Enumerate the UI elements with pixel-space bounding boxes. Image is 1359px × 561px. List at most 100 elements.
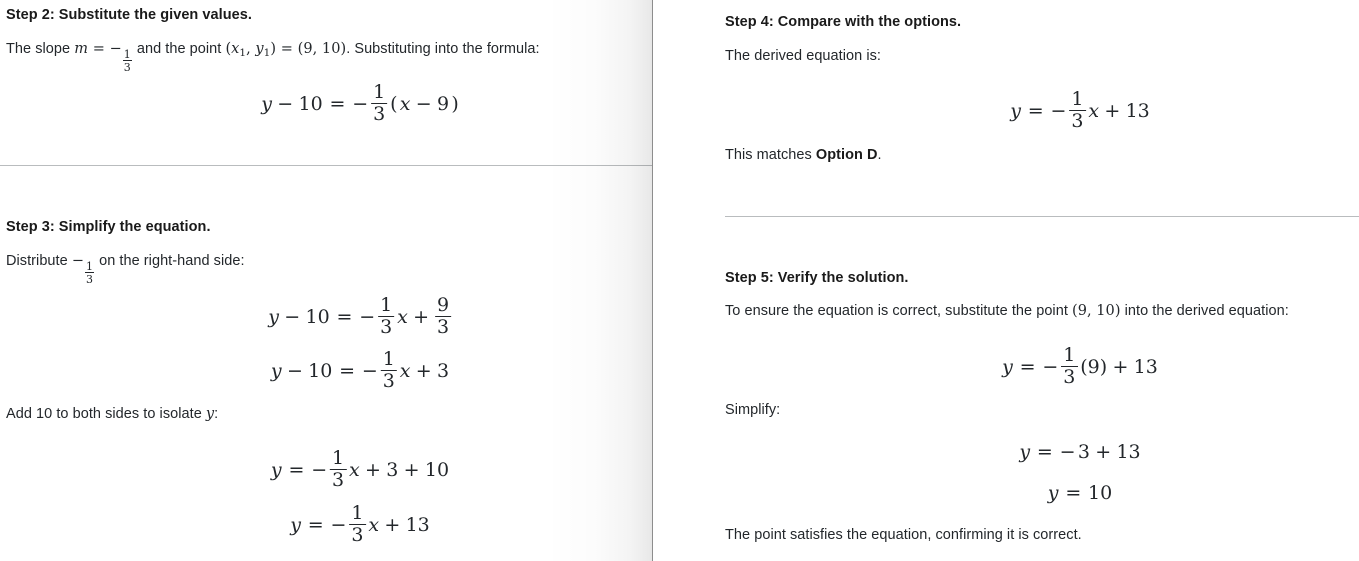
step4-match-prefix: This matches xyxy=(725,147,816,163)
step5-eq3-equals: = xyxy=(1065,482,1082,504)
step2-intro-part1: The slope xyxy=(6,41,75,57)
step3-eq1-denominator-2: 3 xyxy=(436,316,450,338)
step5-eq1-equals: = xyxy=(1019,355,1036,378)
step5-equation-1: y = − 1 3 (9) + 13 xyxy=(1001,346,1159,387)
step3-eq4-denominator: 3 xyxy=(351,524,364,546)
step3-eq3-plus-1: + xyxy=(365,458,381,481)
step2-display-equation: y − 10 = − 1 3 ( x − 9 ) xyxy=(260,83,460,124)
step2-slope-symbol: m xyxy=(74,41,89,57)
step4-match-suffix: . xyxy=(877,147,882,163)
step3-eq1-x: x xyxy=(397,305,408,328)
step3-eq3-plus-2: + xyxy=(403,458,420,481)
step3-eq1-sign: − xyxy=(359,305,376,328)
step3-eq2-x: x xyxy=(399,359,411,382)
step3-distribute-fraction: 1 3 xyxy=(84,259,95,286)
step5-eq1-sign: − xyxy=(1042,355,1059,378)
step2-intro-part2: and the point xyxy=(132,41,226,57)
step3-eq1-plus: + xyxy=(413,305,430,328)
step3-eq1-y: y xyxy=(268,305,280,328)
step3-equation-2: y − 10 = − 1 3 x + 3 xyxy=(270,350,450,391)
step2-point-y: y xyxy=(255,41,264,57)
step3-eq1-fraction-1: 1 3 xyxy=(377,296,395,337)
step4-eq-equals: = xyxy=(1027,99,1044,122)
step3-eq3-y: y xyxy=(270,458,282,481)
step3-eq3-numerator: 1 xyxy=(332,447,345,469)
step3-eq3-x: x xyxy=(349,458,360,481)
step2-eq-group-close: ) xyxy=(451,92,459,115)
step5-eq2-y: y xyxy=(1019,441,1031,463)
step5-equation-2: y = − 3 + 13 xyxy=(1018,441,1142,463)
step3-eq2-three: 3 xyxy=(436,359,450,382)
step3-eq2-equals: = xyxy=(339,359,356,382)
step3-distribute-numerator: 1 xyxy=(86,259,94,273)
step3-distribute-denominator: 3 xyxy=(86,272,94,286)
step3-add-text: Add 10 to both sides to isolate y: xyxy=(6,406,218,422)
step2-point-value: (9, 10) xyxy=(297,41,347,57)
step3-heading: Step 3: Simplify the equation. xyxy=(6,219,211,235)
right-section-divider xyxy=(725,216,1359,217)
step2-heading: Step 2: Substitute the given values. xyxy=(6,7,252,23)
step3-eq2-plus: + xyxy=(415,359,432,382)
step4-eq-x: x xyxy=(1088,99,1100,122)
step2-intro-text: The slope m = − 1 3 and the point (x1, y… xyxy=(6,41,540,73)
step5-intro-text: To ensure the equation is correct, subst… xyxy=(725,303,1289,319)
step5-eq1-numerator: 1 xyxy=(1063,344,1076,366)
step5-eq1-group: (9) xyxy=(1080,355,1108,378)
step4-eq-numerator: 1 xyxy=(1071,88,1084,110)
step3-eq3-three: 3 xyxy=(386,458,399,481)
step2-intro-part3: . Substituting into the formula: xyxy=(346,41,540,57)
step2-eq-group-open: ( xyxy=(390,92,398,115)
step3-eq2-sign: − xyxy=(361,359,378,382)
step3-eq1-ten: 10 xyxy=(305,305,330,328)
step3-eq1-numerator-2: 9 xyxy=(436,294,450,316)
step2-eq-minus: − xyxy=(277,92,294,115)
step4-eq-sign: − xyxy=(1050,99,1067,122)
step5-eq1-fraction: 1 3 xyxy=(1060,344,1078,387)
step2-slope-minus: − xyxy=(109,41,122,57)
step4-eq-denominator: 3 xyxy=(1071,110,1084,132)
left-page-panel: Step 2: Substitute the given values. The… xyxy=(0,0,653,561)
step4-display-equation: y = − 1 3 x + 13 xyxy=(1009,90,1151,131)
step4-intro-text: The derived equation is: xyxy=(725,48,881,64)
left-section-divider xyxy=(0,165,653,166)
step3-eq2-ten: 10 xyxy=(308,359,333,382)
step3-add-part1: Add 10 to both sides to isolate xyxy=(6,406,206,422)
step5-eq1-plus: + xyxy=(1112,355,1129,378)
step5-equation-3: y = 10 xyxy=(1047,482,1114,504)
step5-heading: Step 5: Verify the solution. xyxy=(725,270,909,286)
step5-conclusion-text: The point satisfies the equation, confir… xyxy=(725,527,1082,543)
step3-eq2-denominator: 3 xyxy=(382,370,395,392)
step2-eq-sign: − xyxy=(352,92,369,115)
step4-heading: Step 4: Compare with the options. xyxy=(725,14,962,30)
step3-eq3-ten: 10 xyxy=(424,458,450,481)
step3-eq4-fraction: 1 3 xyxy=(349,504,366,545)
step3-distribute-text: Distribute − 1 3 on the right-hand side: xyxy=(6,253,245,285)
step4-match-option: Option D xyxy=(815,147,878,163)
step2-slope-fraction: 1 3 xyxy=(122,49,132,73)
step2-eq-group-minus: − xyxy=(415,92,432,115)
step3-eq4-equals: = xyxy=(307,513,324,536)
step5-simplify-label: Simplify: xyxy=(725,402,781,418)
step3-equation-4: y = − 1 3 x + 13 xyxy=(289,504,431,545)
step2-eq-group-nine: 9 xyxy=(436,92,450,115)
step4-match-text: This matches Option D. xyxy=(725,147,882,163)
step3-eq3-sign: − xyxy=(311,458,328,481)
step3-eq2-numerator: 1 xyxy=(382,348,395,370)
step3-eq2-fraction: 1 3 xyxy=(380,348,398,392)
step2-eq-equals: = xyxy=(329,92,346,115)
step3-eq1-minus: − xyxy=(284,305,301,328)
step5-eq1-thirteen: 13 xyxy=(1133,355,1158,378)
step3-distribute-part2: on the right-hand side: xyxy=(95,253,245,269)
step3-eq3-equals: = xyxy=(288,458,305,481)
step5-eq3-ten: 10 xyxy=(1088,482,1113,504)
page-gutter xyxy=(653,0,660,561)
step4-eq-plus: + xyxy=(1104,99,1121,122)
step5-intro-part2: into the derived equation: xyxy=(1120,303,1289,319)
step5-eq2-minus: − xyxy=(1059,441,1076,463)
step2-eq-group-x: x xyxy=(399,92,411,115)
right-page-panel: Step 4: Compare with the options. The de… xyxy=(660,0,1359,561)
step4-eq-fraction: 1 3 xyxy=(1069,90,1086,131)
step3-eq3-fraction: 1 3 xyxy=(329,447,347,490)
step5-eq3-y: y xyxy=(1047,482,1059,504)
step2-eq-sign-2: = xyxy=(276,41,298,57)
